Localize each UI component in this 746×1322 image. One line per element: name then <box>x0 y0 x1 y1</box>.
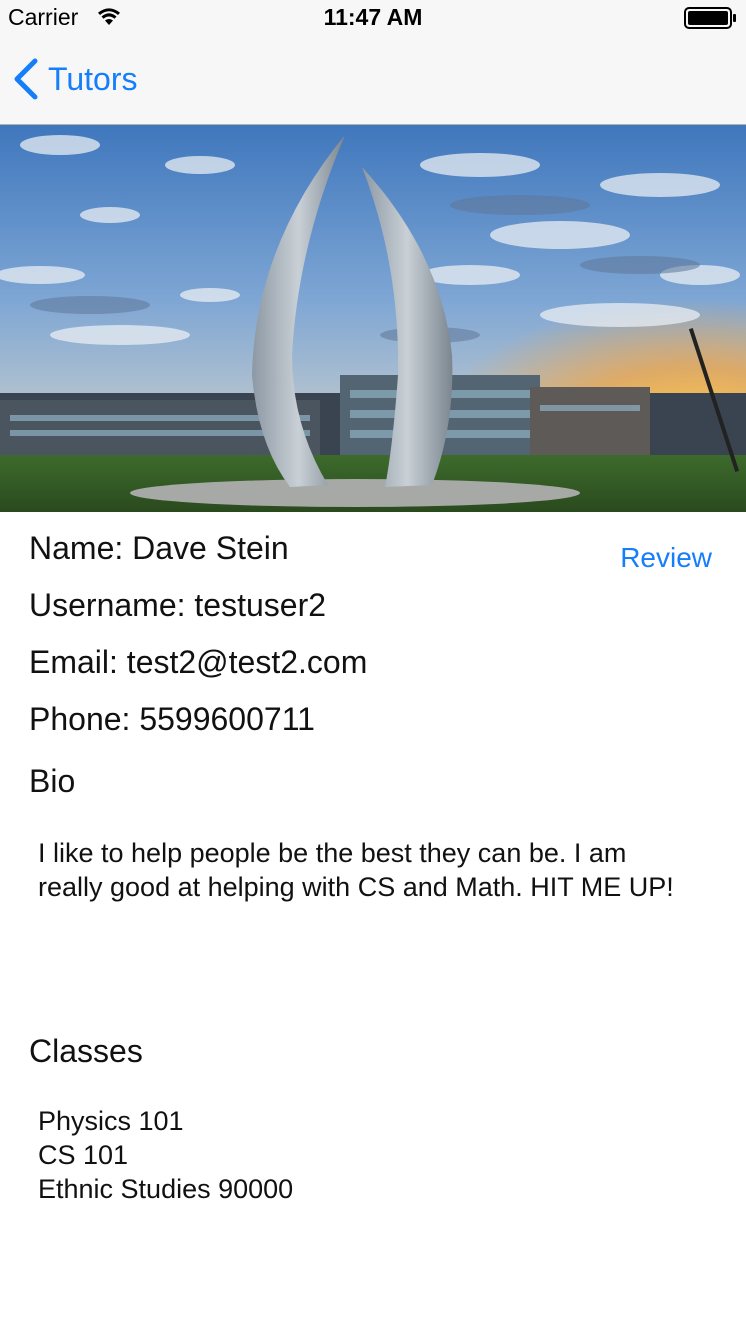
review-button[interactable]: Review <box>620 542 712 574</box>
chevron-left-icon <box>14 58 38 100</box>
class-list: Physics 101 CS 101 Ethnic Studies 90000 <box>38 1104 293 1206</box>
status-bar: Carrier 11:47 AM <box>0 0 746 36</box>
class-item: Physics 101 <box>38 1106 184 1136</box>
classes-heading: Classes <box>29 1033 143 1069</box>
bio-text: I like to help people be the best they c… <box>38 838 674 902</box>
back-button-label: Tutors <box>48 60 138 97</box>
navigation-bar: Tutors <box>0 36 746 125</box>
battery-icon <box>684 7 738 34</box>
tutor-username: Username: testuser2 <box>29 587 327 623</box>
class-item: Ethnic Studies 90000 <box>38 1174 294 1204</box>
tutor-email: Email: test2@test2.com <box>29 644 368 680</box>
back-button[interactable]: Tutors <box>10 54 138 104</box>
tutor-name: Name: Dave Stein <box>29 530 289 566</box>
class-item: CS 101 <box>38 1140 129 1170</box>
hero-photo <box>0 125 746 512</box>
bio-heading: Bio <box>29 763 76 799</box>
tutor-phone: Phone: 5599600711 <box>29 701 315 737</box>
status-time: 11:47 AM <box>323 4 423 30</box>
